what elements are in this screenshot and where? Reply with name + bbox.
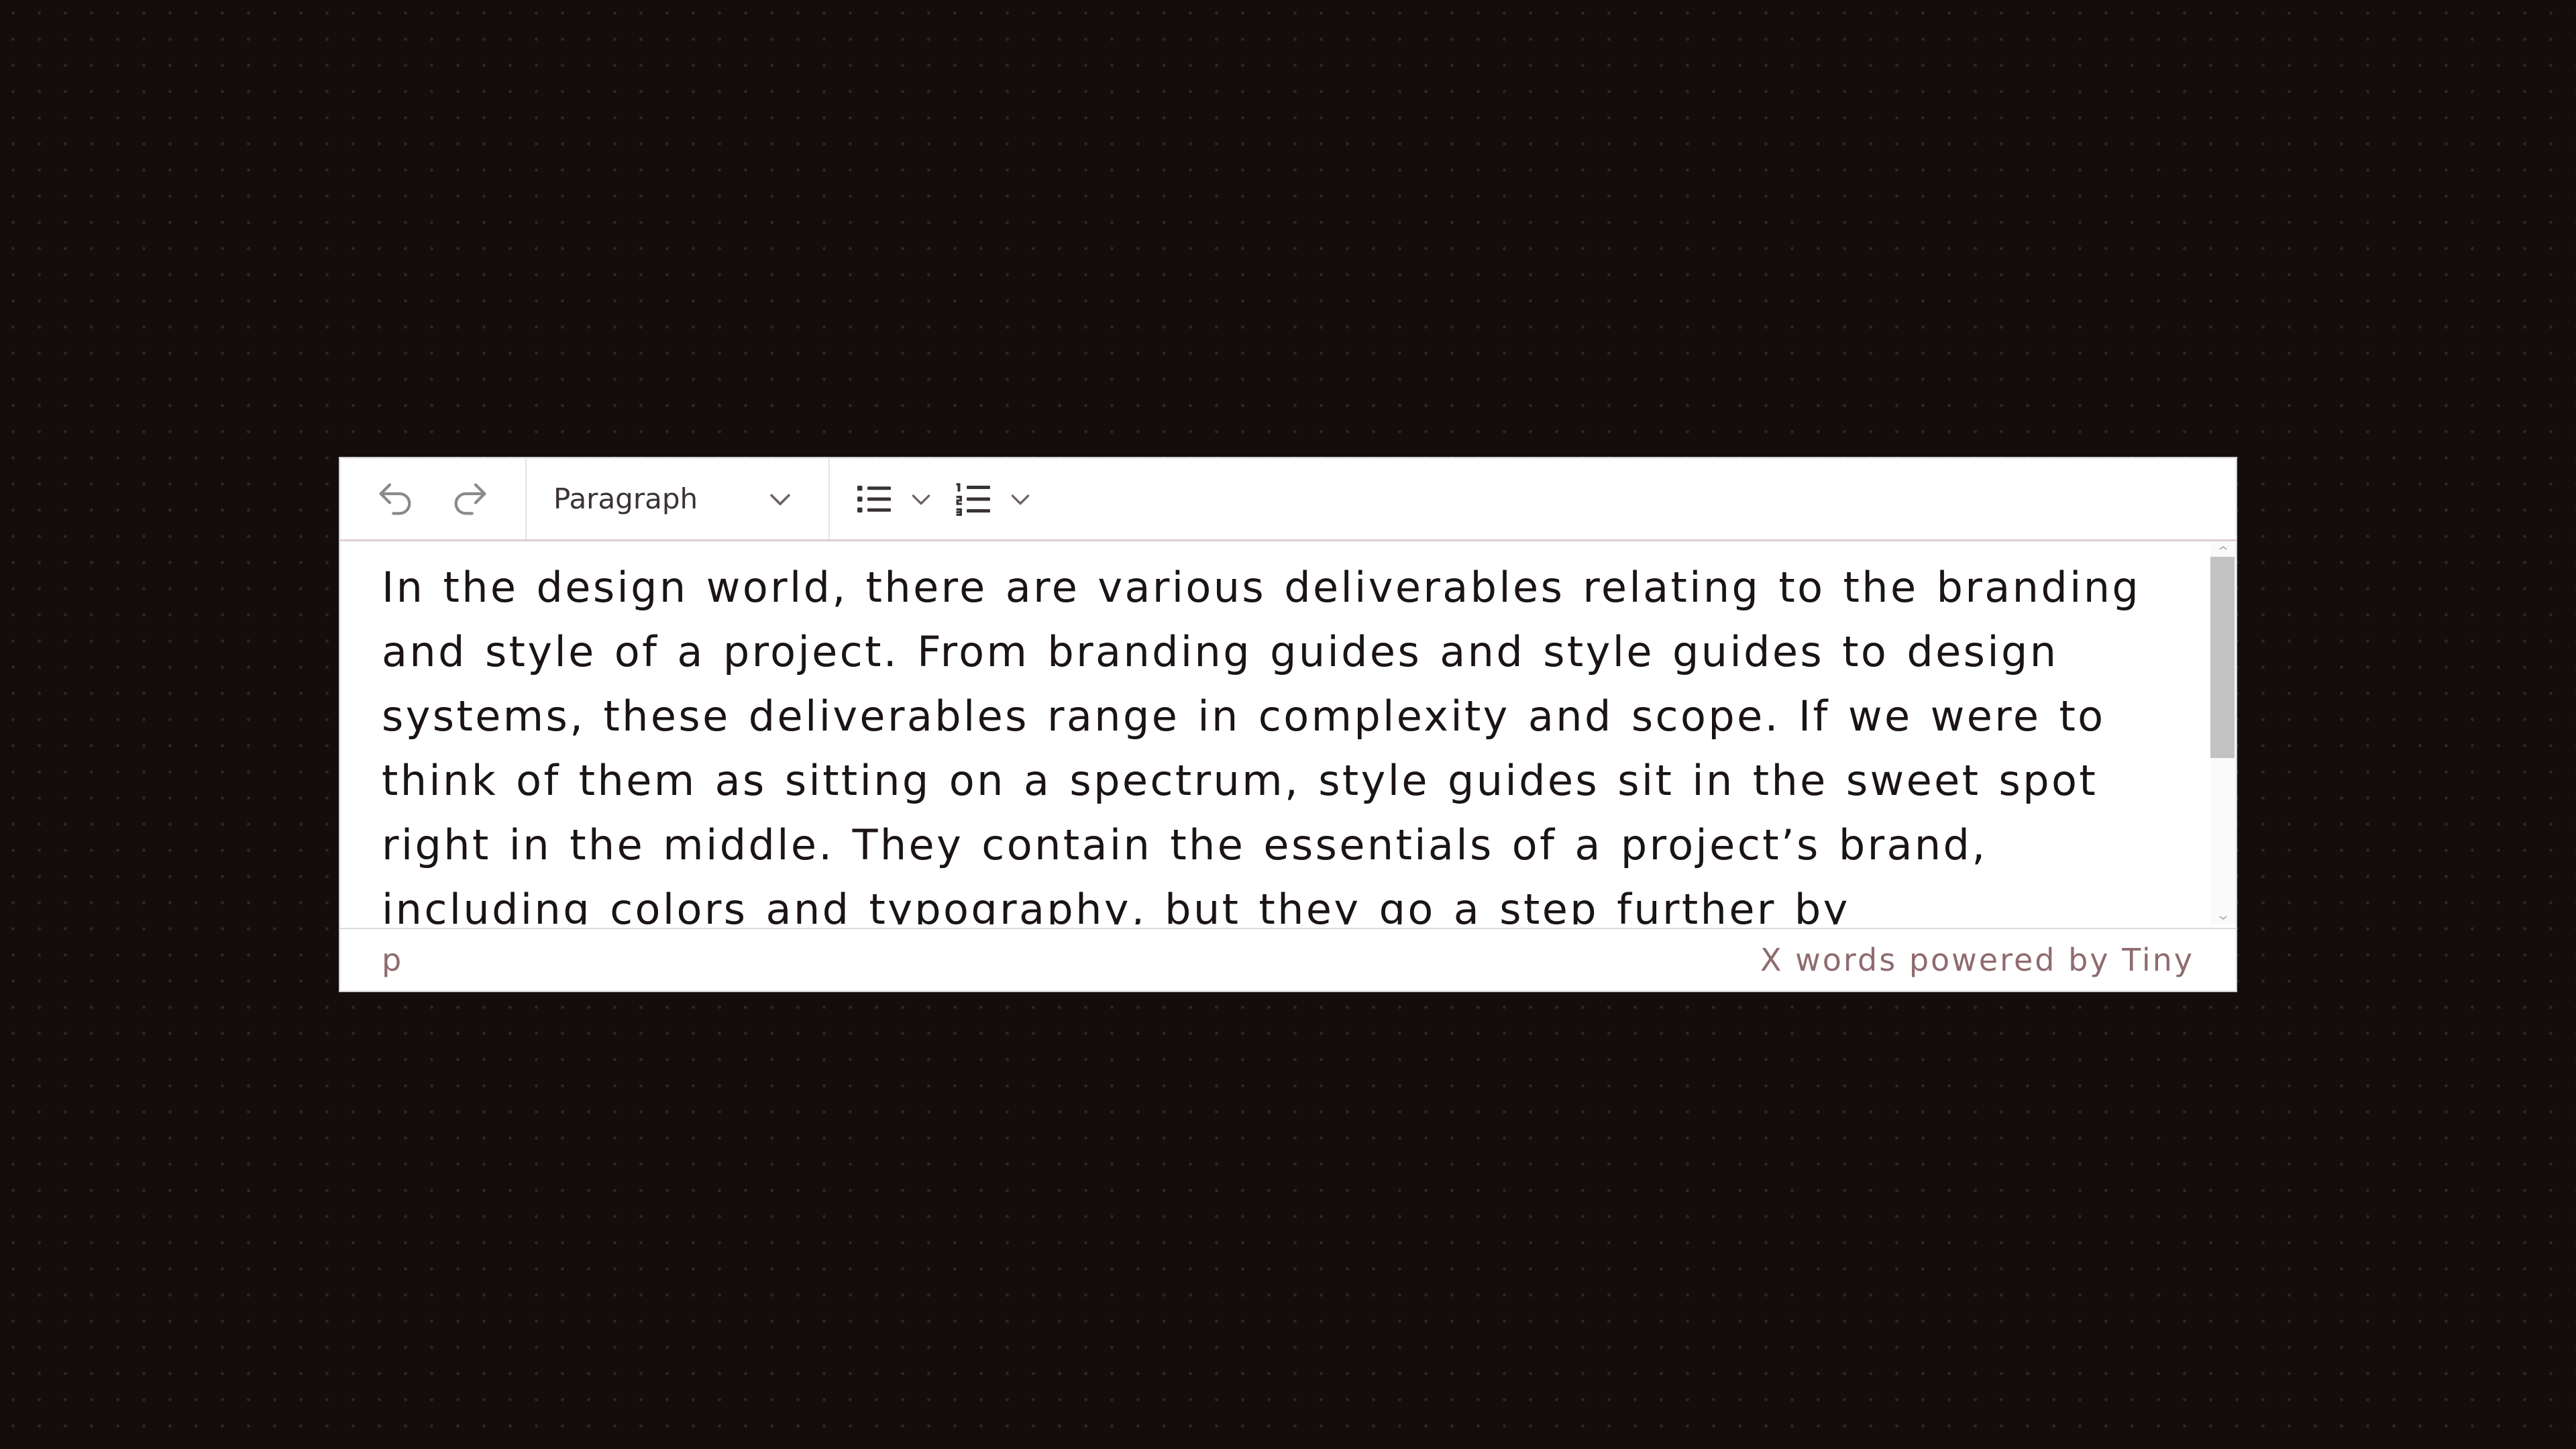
chevron-down-icon [908, 486, 934, 513]
bullet-list-icon [854, 479, 894, 519]
numbered-list-split-button [948, 471, 1038, 527]
element-path[interactable]: p [382, 942, 403, 978]
chevron-down-icon [1007, 486, 1034, 513]
numbered-list-dropdown[interactable] [1003, 471, 1038, 527]
editor-statusbar: p X words powered by Tiny [340, 928, 2236, 991]
rich-text-editor: Paragraph In the design world, there are… [339, 457, 2237, 992]
word-count-branding[interactable]: X words powered by Tiny [1760, 942, 2194, 978]
vertical-scrollbar[interactable] [2210, 541, 2236, 924]
redo-icon [449, 478, 492, 521]
bullet-list-split-button [849, 471, 938, 527]
redo-button[interactable] [442, 471, 498, 527]
scroll-up-arrow-icon[interactable] [2210, 543, 2236, 553]
undo-button[interactable] [367, 471, 423, 527]
block-format-select[interactable]: Paragraph [533, 471, 808, 527]
history-group [340, 458, 527, 539]
block-format-label: Paragraph [553, 482, 698, 515]
numbered-list-icon [953, 479, 994, 519]
bullet-list-button[interactable] [849, 471, 900, 527]
bullet-list-dropdown[interactable] [904, 471, 938, 527]
editor-toolbar: Paragraph [340, 458, 2236, 541]
undo-icon [374, 478, 417, 521]
lists-group [830, 458, 1038, 539]
numbered-list-button[interactable] [948, 471, 999, 527]
content-paragraph[interactable]: In the design world, there are various d… [340, 541, 2210, 924]
editor-content-area[interactable]: In the design world, there are various d… [340, 541, 2210, 924]
chevron-down-icon [765, 484, 795, 514]
scroll-down-arrow-icon[interactable] [2210, 912, 2236, 923]
scrollbar-thumb[interactable] [2210, 557, 2235, 758]
blocks-group: Paragraph [527, 458, 830, 539]
